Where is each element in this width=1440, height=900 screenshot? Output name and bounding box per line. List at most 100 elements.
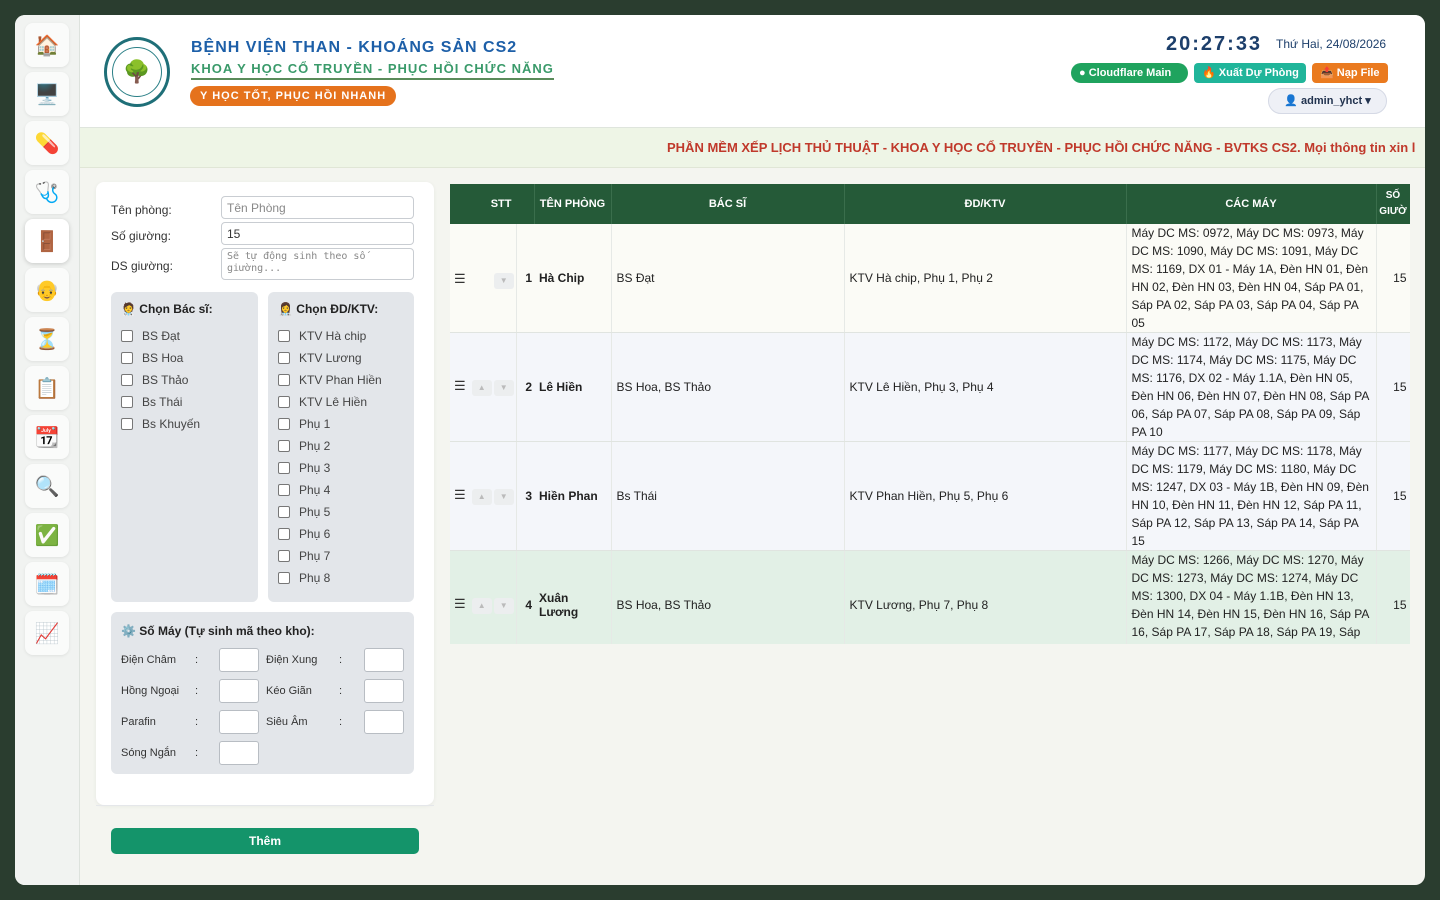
drag-handle-icon[interactable]: ☰ (454, 271, 466, 286)
nurse-option[interactable]: KTV Lương (278, 351, 362, 365)
cloudflare-button[interactable]: ● Cloudflare Main (1071, 63, 1188, 83)
checkbox[interactable] (278, 528, 290, 540)
sidebar-item-stethoscope[interactable]: 🩺 (25, 170, 69, 214)
machine-count-box: ⚙️ Số Máy (Tự sinh mã theo kho): Điện Ch… (111, 612, 414, 774)
add-room-button[interactable]: Thêm (111, 828, 419, 854)
bed-list-input[interactable] (221, 248, 414, 280)
nurse-option[interactable]: KTV Phan Hiền (278, 373, 382, 387)
checkbox[interactable] (278, 506, 290, 518)
bed-list-label: DS giường: (111, 259, 173, 273)
row-nurse: KTV Hà chip, Phụ 1, Phụ 2 (844, 224, 1127, 333)
sidebar-item-search[interactable]: 🔍 (25, 464, 69, 508)
doctor-option[interactable]: Bs Thái (121, 395, 182, 409)
checkbox[interactable] (278, 352, 290, 364)
sidebar-item-person[interactable]: 👴 (25, 268, 69, 312)
sidebar-item-calendar[interactable]: 📆 (25, 415, 69, 459)
sidebar-item-monitor[interactable]: 🖥️ (25, 72, 69, 116)
beds-input[interactable] (221, 222, 414, 245)
hourglass-icon: ⏳ (34, 328, 60, 351)
sidebar-item-door[interactable]: 🚪 (25, 219, 69, 263)
export-backup-button[interactable]: 🔥 Xuất Dự Phòng (1194, 63, 1306, 83)
machine-label: Sóng Ngắn (121, 747, 177, 759)
nurse-icon: 👩‍⚕️ (278, 302, 297, 316)
machine-count-input[interactable] (364, 648, 404, 672)
move-up-button[interactable]: ▲ (471, 489, 492, 505)
table-row[interactable]: ☰ ▲ ▼ 2 Lê Hiền BS Hoa, BS Thảo KTV Lê Hiền, P… (450, 332, 1410, 442)
doctor-option[interactable]: BS Đạt (121, 329, 180, 343)
move-down-button[interactable]: ▼ (493, 380, 514, 396)
nurse-option[interactable]: Phụ 3 (278, 461, 330, 475)
checkbox[interactable] (278, 418, 290, 430)
table-row[interactable]: ☰ ▲ ▼ 4 Xuân Lương BS Hoa, BS Thảo KTV Lương, … (450, 550, 1410, 644)
nurse-option[interactable]: KTV Lê Hiền (278, 395, 367, 409)
drag-handle-icon[interactable]: ☰ (454, 378, 466, 393)
sidebar-item-checkbox[interactable]: ✅ (25, 513, 69, 557)
checkbox[interactable] (278, 330, 290, 342)
nurse-option-label: KTV Lê Hiền (299, 395, 368, 409)
checkbox[interactable] (121, 352, 133, 364)
move-down-button[interactable]: ▼ (493, 598, 514, 614)
nurse-option[interactable]: KTV Hà chip (278, 329, 366, 343)
checkbox[interactable] (278, 374, 290, 386)
move-down-button[interactable]: ▼ (493, 273, 514, 289)
room-name-input[interactable] (221, 196, 414, 219)
search-icon: 🔍 (34, 475, 60, 498)
checkbox[interactable] (278, 462, 290, 474)
checkbox[interactable] (121, 418, 133, 430)
sidebar-item-hourglass[interactable]: ⏳ (25, 317, 69, 361)
nurse-option-label: Phụ 1 (299, 417, 331, 431)
drag-handle-icon[interactable]: ☰ (454, 487, 466, 502)
cloud-status-icon: ● (1079, 67, 1089, 79)
doctor-option-label: BS Hoa (142, 351, 184, 365)
move-down-button[interactable]: ▼ (493, 489, 514, 505)
table-row[interactable]: ☰ ▲ ▼ 3 Hiền Phan Bs Thái KTV Phan Hiền, Phụ 5… (450, 441, 1410, 551)
sidebar-item-calendar-grid[interactable]: 🗓️ (25, 562, 69, 606)
sidebar-item-clipboard[interactable]: 📋 (25, 366, 69, 410)
machine-count-input[interactable] (219, 679, 259, 703)
checkbox[interactable] (278, 396, 290, 408)
row-machines: Máy DC MS: 1177, Máy DC MS: 1178, Máy DC… (1126, 441, 1377, 551)
checkbox[interactable] (278, 440, 290, 452)
doctor-option[interactable]: BS Hoa (121, 351, 183, 365)
nurse-option[interactable]: Phụ 6 (278, 527, 330, 541)
colon: : (195, 716, 199, 728)
checkbox[interactable] (278, 550, 290, 562)
sidebar-item-pill[interactable]: 💊 (25, 121, 69, 165)
row-doctor: Bs Thái (611, 441, 845, 551)
nurse-option[interactable]: Phụ 4 (278, 483, 330, 497)
move-up-button[interactable]: ▲ (471, 598, 492, 614)
machine-count-input[interactable] (219, 710, 259, 734)
machine-count-input[interactable] (219, 741, 259, 765)
clipboard-icon: 📋 (34, 377, 60, 400)
nurse-option[interactable]: Phụ 8 (278, 571, 330, 585)
move-up-button[interactable]: ▲ (471, 380, 492, 396)
checkbox[interactable] (121, 396, 133, 408)
nurse-option[interactable]: Phụ 5 (278, 505, 330, 519)
row-room-name: Xuân Lương (534, 550, 612, 644)
nurse-option-label: Phụ 5 (299, 505, 331, 519)
header: 🌳 BỆNH VIỆN THAN - KHOÁNG SẢN CS2 KHOA Y… (80, 15, 1425, 128)
checkbox[interactable] (278, 572, 290, 584)
machine-count-input[interactable] (364, 679, 404, 703)
doctor-option[interactable]: Bs Khuyến (121, 417, 200, 431)
import-file-button[interactable]: 📤 Nạp File (1312, 63, 1388, 83)
table-row[interactable]: ☰ ▼ 1 Hà Chip BS Đạt KTV Hà chip, Phụ 1, Phụ … (450, 224, 1410, 333)
nurse-option[interactable]: Phụ 1 (278, 417, 330, 431)
checkbox[interactable] (278, 484, 290, 496)
nurse-select-title: 👩‍⚕️ Chọn ĐD/KTV: (278, 302, 379, 316)
machine-count-input[interactable] (219, 648, 259, 672)
row-room-name: Hà Chip (534, 224, 612, 333)
checkbox[interactable] (121, 330, 133, 342)
nurse-option[interactable]: Phụ 2 (278, 439, 330, 453)
colon: : (339, 685, 343, 697)
colon: : (195, 747, 199, 759)
sidebar-item-home[interactable]: 🏠 (25, 23, 69, 67)
user-menu[interactable]: 👤 admin_yhct ▾ (1268, 88, 1387, 114)
drag-handle-icon[interactable]: ☰ (454, 596, 466, 611)
checkbox[interactable] (121, 374, 133, 386)
sidebar-item-chart[interactable]: 📈 (25, 611, 69, 655)
doctor-option[interactable]: BS Thảo (121, 373, 188, 387)
nurse-option[interactable]: Phụ 7 (278, 549, 330, 563)
machine-count-input[interactable] (364, 710, 404, 734)
checkbox-icon: ✅ (34, 524, 60, 547)
